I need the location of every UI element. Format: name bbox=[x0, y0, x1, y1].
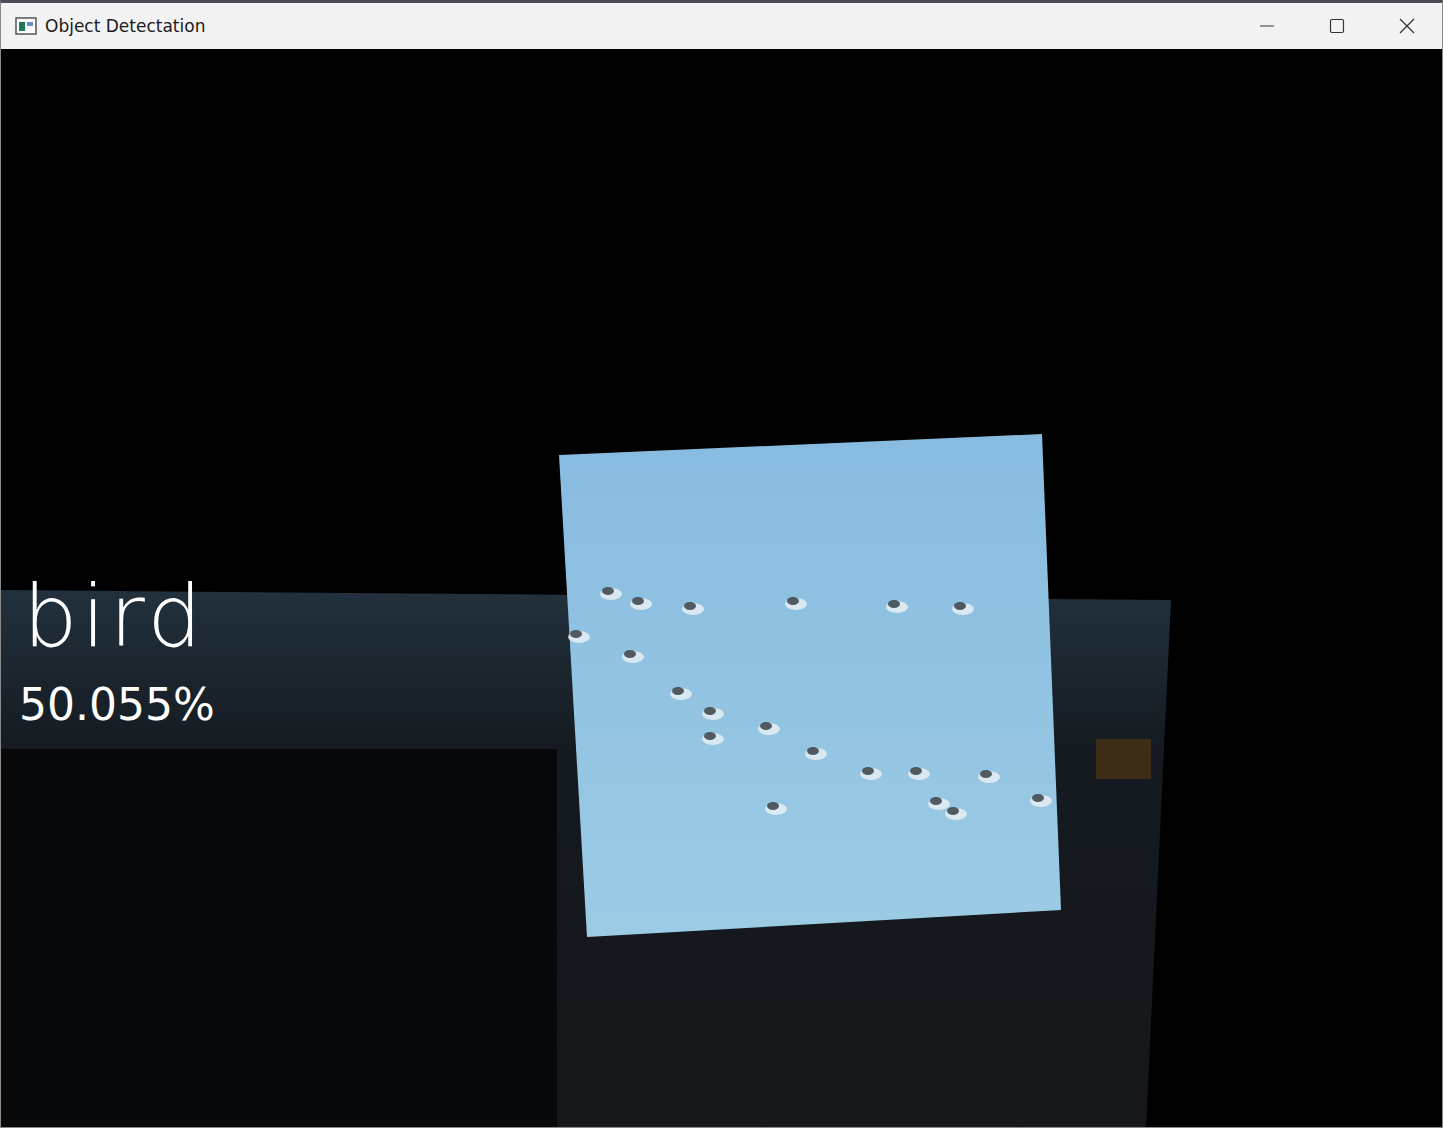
close-button[interactable] bbox=[1372, 3, 1442, 49]
title-bar: Object Detectation bbox=[1, 3, 1442, 49]
detection-label: bird bbox=[23, 569, 206, 664]
app-icon bbox=[15, 17, 37, 35]
window-controls bbox=[1232, 3, 1442, 49]
minimize-icon bbox=[1257, 17, 1277, 35]
object-detection-window: Object Detectation bird 50.055% bbox=[0, 0, 1443, 1128]
maximize-button[interactable] bbox=[1302, 3, 1372, 49]
maximize-icon bbox=[1327, 17, 1347, 35]
camera-frame: bird 50.055% bbox=[1, 49, 1442, 1127]
video-frame bbox=[1, 49, 1442, 1127]
detection-confidence: 50.055% bbox=[19, 681, 215, 729]
minimize-button[interactable] bbox=[1232, 3, 1302, 49]
close-icon bbox=[1397, 17, 1417, 35]
window-title: Object Detectation bbox=[45, 16, 1232, 36]
